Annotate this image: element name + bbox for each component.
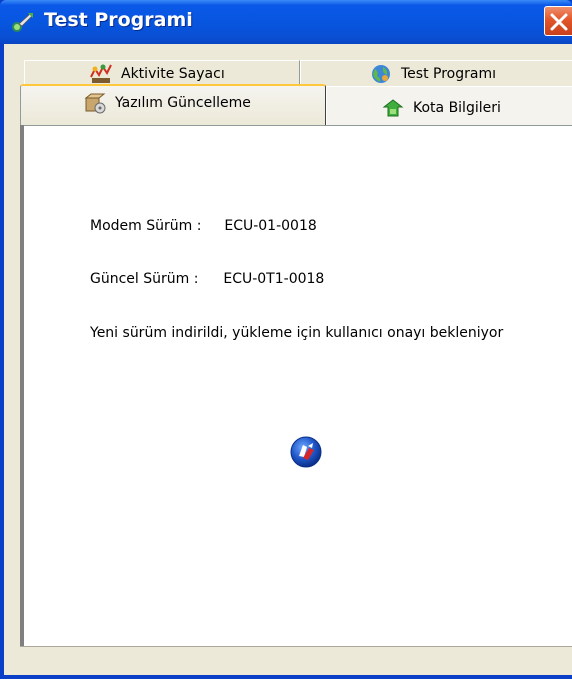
activity-counter-icon — [89, 63, 113, 85]
close-button[interactable] — [544, 6, 572, 36]
tab-label: Yazılım Güncelleme — [115, 94, 251, 111]
install-update-icon[interactable] — [290, 436, 322, 468]
title-bar[interactable]: Test Programi — [0, 0, 572, 44]
modem-version-value: ECU-01-0018 — [224, 218, 317, 234]
tab-label: Aktivite Sayacı — [121, 65, 225, 82]
close-icon — [550, 13, 568, 31]
current-version-row: Güncel Sürüm : ECU-0T1-0018 — [90, 271, 324, 287]
current-version-label: Güncel Sürüm : — [90, 271, 199, 287]
tab-test-program[interactable]: Test Programı — [300, 60, 572, 86]
quota-icon — [381, 97, 405, 119]
tab-page-edge — [20, 125, 24, 646]
status-bar — [20, 646, 572, 675]
tab-label: Kota Bilgileri — [413, 100, 501, 116]
software-update-icon — [83, 92, 107, 114]
tab-page-software-update — [20, 125, 572, 646]
window-title: Test Programi — [44, 9, 193, 31]
current-version-value: ECU-0T1-0018 — [223, 271, 325, 287]
tab-quota-info[interactable]: Kota Bilgileri — [326, 86, 572, 125]
window-bottom-border — [0, 675, 572, 679]
tab-label: Test Programı — [401, 65, 496, 82]
update-status-message: Yeni sürüm indirildi, yükleme için kulla… — [90, 325, 504, 341]
modem-version-row: Modem Sürüm : ECU-01-0018 — [90, 218, 317, 234]
modem-version-label: Modem Sürüm : — [90, 218, 202, 234]
app-icon — [10, 10, 34, 34]
tab-activity-counter[interactable]: Aktivite Sayacı — [24, 60, 300, 86]
globe-icon — [369, 63, 393, 85]
app-window: Test Programi Aktivite Sayacı Test Progr… — [0, 0, 572, 679]
tab-software-update[interactable]: Yazılım Güncelleme — [20, 84, 326, 125]
